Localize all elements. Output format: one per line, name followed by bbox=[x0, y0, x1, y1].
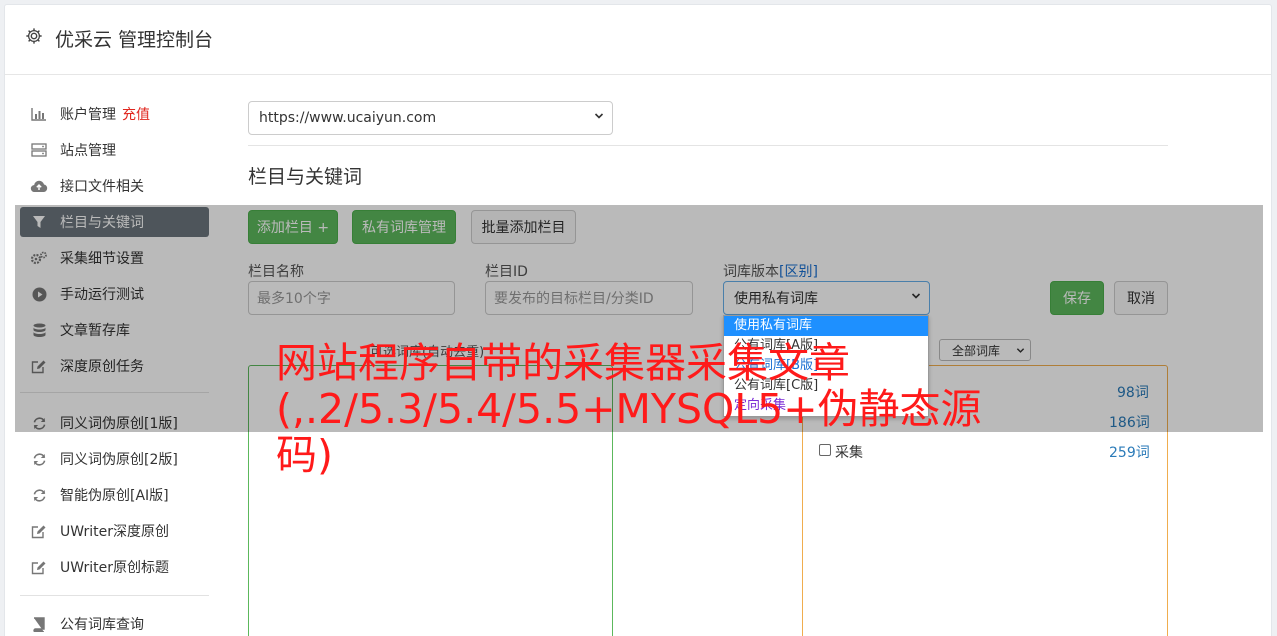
watermark-text: 网站程序自带的采集器采集文章(,.2/5.3/5.4/5.5+MYSQL5+伪静… bbox=[276, 339, 982, 479]
difference-link[interactable]: [区别] bbox=[779, 264, 818, 280]
sidebar-item-label: UWriter深度原创 bbox=[60, 524, 169, 540]
edit-icon bbox=[30, 559, 48, 575]
sidebar-item-synonym-v1[interactable]: 同义词伪原创[1版] bbox=[20, 408, 209, 438]
bar-chart-icon bbox=[30, 106, 48, 122]
section-title: 栏目与关键词 bbox=[248, 166, 363, 188]
cloud-upload-icon bbox=[30, 178, 48, 194]
add-column-button[interactable]: 添加栏目 + bbox=[248, 210, 338, 244]
sidebar-item-label: 手动运行测试 bbox=[60, 287, 144, 303]
sidebar-item-ai-rewrite[interactable]: 智能伪原创[AI版] bbox=[20, 480, 209, 510]
sidebar-item-label: 同义词伪原创[2版] bbox=[60, 452, 178, 468]
sidebar-item-label: 接口文件相关 bbox=[60, 179, 144, 195]
sidebar-item-label: 账户管理 bbox=[60, 107, 116, 123]
book-icon bbox=[30, 616, 48, 632]
cancel-button[interactable]: 取消 bbox=[1114, 281, 1168, 315]
chevron-down-icon bbox=[1016, 348, 1025, 353]
column-name-label: 栏目名称 bbox=[248, 264, 304, 280]
lib-version-value: 使用私有词库 bbox=[734, 291, 818, 307]
lib-version-label: 词库版本[区别] bbox=[723, 261, 818, 281]
gear-icon bbox=[26, 28, 42, 44]
sidebar-item-label: 公有词库查询 bbox=[60, 617, 144, 633]
word-count: 259词 bbox=[1109, 445, 1150, 461]
sidebar-divider bbox=[20, 595, 209, 596]
play-circle-icon bbox=[30, 286, 48, 302]
edit-icon bbox=[30, 523, 48, 539]
chevron-down-icon bbox=[911, 293, 921, 299]
refresh-icon bbox=[30, 451, 48, 467]
sidebar-item-interface[interactable]: 接口文件相关 bbox=[20, 171, 209, 201]
word-count: 98词 bbox=[1117, 385, 1149, 401]
sidebar-item-label: 智能伪原创[AI版] bbox=[60, 488, 169, 504]
site-select[interactable]: https://www.ucaiyun.com bbox=[248, 101, 613, 135]
database-icon bbox=[30, 322, 48, 338]
filter-icon bbox=[30, 214, 48, 230]
column-id-label: 栏目ID bbox=[485, 264, 528, 280]
page-title: 优采云 管理控制台 bbox=[55, 29, 214, 51]
sidebar-item-uwriter-title[interactable]: UWriter原创标题 bbox=[20, 552, 209, 582]
sidebar-item-label: 深度原创任务 bbox=[60, 359, 144, 375]
lib-version-text: 词库版本 bbox=[723, 264, 779, 280]
divider bbox=[248, 145, 1168, 146]
sidebar-item-label: 同义词伪原创[1版] bbox=[60, 416, 178, 432]
sidebar-item-synonym-v2[interactable]: 同义词伪原创[2版] bbox=[20, 444, 209, 474]
sidebar-item-label: 文章暂存库 bbox=[60, 323, 130, 339]
edit-icon bbox=[30, 358, 48, 374]
sidebar-item-uwriter-deep[interactable]: UWriter深度原创 bbox=[20, 516, 209, 546]
sidebar-item-article-store[interactable]: 文章暂存库 bbox=[20, 315, 209, 345]
sidebar-item-collect-settings[interactable]: 采集细节设置 bbox=[20, 243, 209, 273]
server-icon bbox=[30, 142, 48, 158]
recharge-link[interactable]: 充值 bbox=[122, 104, 150, 124]
sidebar-item-label: 采集细节设置 bbox=[60, 251, 144, 267]
private-lib-button[interactable]: 私有词库管理 bbox=[352, 210, 456, 244]
lib-version-select[interactable]: 使用私有词库 bbox=[723, 281, 930, 315]
dropdown-option[interactable]: 使用私有词库 bbox=[724, 316, 928, 336]
card-header: 优采云 管理控制台 bbox=[5, 5, 1271, 75]
sidebar-item-public-lib[interactable]: 公有词库查询 bbox=[20, 609, 209, 636]
sidebar-item-sites[interactable]: 站点管理 bbox=[20, 135, 209, 165]
sidebar-item-label: UWriter原创标题 bbox=[60, 560, 169, 576]
cogs-icon bbox=[30, 250, 48, 266]
save-button[interactable]: 保存 bbox=[1050, 281, 1104, 315]
sidebar-item-account[interactable]: 账户管理 充值 bbox=[20, 99, 209, 129]
sidebar-item-columns[interactable]: 栏目与关键词 bbox=[20, 207, 209, 237]
sidebar-divider bbox=[20, 392, 209, 393]
chevron-down-icon bbox=[594, 113, 604, 119]
column-id-input[interactable]: 要发布的目标栏目/分类ID bbox=[485, 281, 693, 315]
refresh-icon bbox=[30, 487, 48, 503]
sidebar-item-manual-run[interactable]: 手动运行测试 bbox=[20, 279, 209, 309]
sidebar-item-label: 栏目与关键词 bbox=[60, 215, 144, 231]
refresh-icon bbox=[30, 415, 48, 431]
site-select-value: https://www.ucaiyun.com bbox=[259, 110, 437, 126]
sidebar-item-deep-original[interactable]: 深度原创任务 bbox=[20, 351, 209, 381]
word-count: 186词 bbox=[1109, 415, 1150, 431]
column-name-input[interactable]: 最多10个字 bbox=[248, 281, 455, 315]
batch-add-button[interactable]: 批量添加栏目 bbox=[471, 210, 576, 244]
sidebar-item-label: 站点管理 bbox=[60, 143, 116, 159]
